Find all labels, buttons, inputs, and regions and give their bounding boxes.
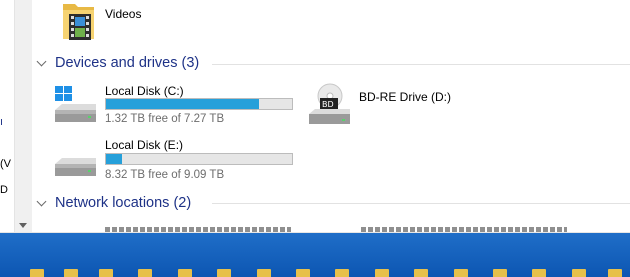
folder-item-videos[interactable]: Videos [60, 0, 180, 46]
chevron-down-icon[interactable] [36, 56, 47, 66]
taskbar [0, 232, 630, 277]
drive-name: BD-RE Drive (D:) [359, 90, 451, 104]
scroll-down-arrow-icon[interactable] [19, 223, 27, 228]
nav-fragment: ı [0, 116, 4, 128]
drive-usage-bar [105, 153, 293, 165]
drive-item-c[interactable]: Local Disk (C:) 1.32 TB free of 7.27 TB [52, 84, 302, 128]
drive-item-e[interactable]: Local Disk (E:) 8.32 TB free of 9.09 TB [52, 138, 302, 184]
drive-free-text: 1.32 TB free of 7.27 TB [105, 113, 225, 125]
navigation-pane: ı (V D [0, 0, 14, 232]
chevron-down-icon[interactable] [36, 196, 47, 206]
drive-free-text: 8.32 TB free of 9.09 TB [105, 169, 225, 181]
group-header-label: Devices and drives (3) [55, 55, 200, 71]
drive-usage-fill [106, 99, 259, 109]
drive-name: Local Disk (C:) [105, 84, 184, 98]
content-pane: Videos Devices and drives (3) Local Disk… [32, 0, 630, 232]
drive-name: Local Disk (E:) [105, 138, 184, 152]
group-divider [212, 64, 630, 65]
videos-folder-icon [63, 4, 94, 40]
group-header-network[interactable]: Network locations (2) [36, 193, 192, 213]
group-header-label: Network locations (2) [55, 195, 192, 211]
hard-drive-icon [55, 158, 96, 176]
windows-drive-icon [55, 86, 96, 122]
drive-item-d[interactable]: BD BD-RE Drive (D:) [306, 82, 506, 128]
nav-fragment[interactable]: D [0, 184, 8, 196]
drive-usage-fill [106, 154, 122, 164]
group-divider [212, 203, 630, 204]
drive-usage-bar [105, 98, 293, 110]
bd-drive-icon: BD [309, 83, 350, 124]
folder-label: Videos [105, 7, 142, 21]
navigation-scrollbar[interactable] [14, 0, 32, 232]
group-header-devices[interactable]: Devices and drives (3) [36, 53, 200, 73]
svg-text:BD: BD [322, 100, 334, 109]
nav-fragment[interactable]: (V [0, 158, 11, 170]
